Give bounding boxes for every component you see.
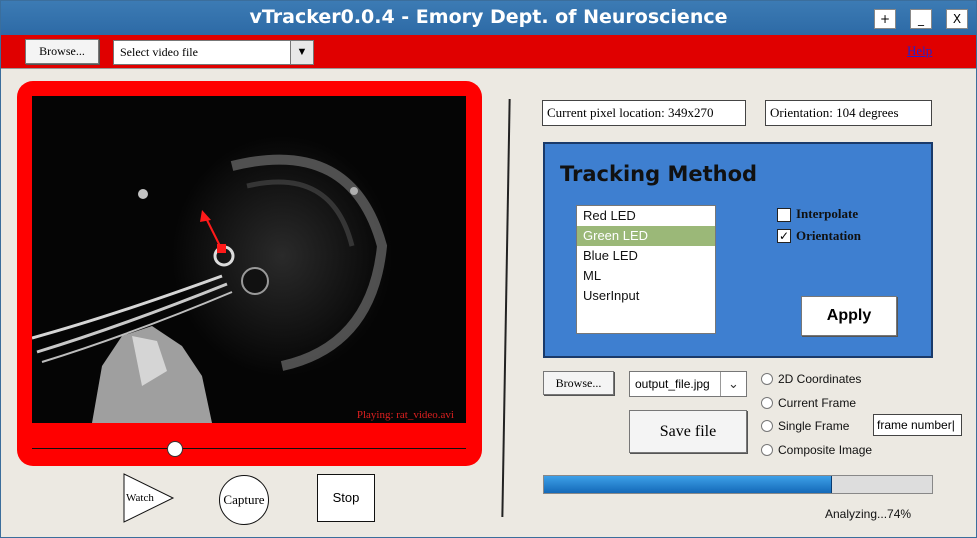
analysis-progress-bar [543,475,933,494]
video-file-select-value: Select video file [120,45,198,59]
radio-composite-image-label: Composite Image [778,443,873,457]
stop-button[interactable]: Stop [317,474,375,522]
analysis-progress-fill [544,476,833,493]
chevron-down-icon[interactable]: ▼ [290,41,313,64]
radio-composite-image[interactable] [761,444,773,456]
radio-2d-coordinates-label: 2D Coordinates [778,372,862,386]
method-item-userinput[interactable]: UserInput [577,286,715,306]
output-file-value: output_file.jpg [635,377,710,391]
maximize-button[interactable]: + [874,9,896,29]
video-scrubber-track[interactable] [32,448,466,449]
radio-current-frame-label: Current Frame [778,396,857,410]
tracking-method-panel: Tracking Method Red LED Green LED Blue L… [543,142,933,358]
analysis-status: Analyzing...74% [825,507,912,521]
video-scrubber-handle[interactable] [167,441,183,457]
method-item-red-led[interactable]: Red LED [577,206,715,226]
interpolate-label: Interpolate [796,206,859,221]
output-browse-button[interactable]: Browse... [543,371,614,395]
video-file-select[interactable]: Select video file ▼ [113,40,314,65]
orientation-readout: Orientation: 104 degrees [765,100,932,126]
radio-single-frame-label: Single Frame [778,419,850,433]
tracking-method-list[interactable]: Red LED Green LED Blue LED ML UserInput [576,205,716,334]
method-item-ml[interactable]: ML [577,266,715,286]
video-frame-image [32,96,466,423]
panel-divider [501,99,511,517]
playing-status: Playing: rat_video.avi [356,409,454,421]
radio-single-frame[interactable] [761,420,773,432]
window-title: vTracker0.0.4 - Emory Dept. of Neuroscie… [249,6,728,28]
apply-button[interactable]: Apply [801,296,897,336]
method-item-blue-led[interactable]: Blue LED [577,246,715,266]
pixel-location-readout: Current pixel location: 349x270 [542,100,746,126]
save-file-button[interactable]: Save file [629,410,747,453]
orientation-checkbox[interactable]: ✓ [777,229,791,243]
main-window: vTracker0.0.4 - Emory Dept. of Neuroscie… [0,0,977,538]
help-link[interactable]: Help [907,43,932,59]
title-bar: vTracker0.0.4 - Emory Dept. of Neuroscie… [1,1,976,35]
method-item-green-led[interactable]: Green LED [577,226,715,246]
close-button[interactable]: X [946,9,968,29]
tracking-method-title: Tracking Method [560,162,758,186]
output-file-select[interactable]: output_file.jpg ⌄ [629,371,747,397]
video-display[interactable]: Playing: rat_video.avi [32,96,466,423]
orientation-label: Orientation [796,228,861,243]
radio-current-frame[interactable] [761,397,773,409]
frame-number-input[interactable]: frame number| [873,414,962,436]
chevron-down-icon[interactable]: ⌄ [720,372,746,396]
watch-label: Watch [126,492,154,504]
interpolate-checkbox[interactable] [777,208,791,222]
capture-button[interactable]: Capture [219,475,269,525]
minimize-button[interactable]: _ [910,9,932,29]
video-browse-button[interactable]: Browse... [25,39,99,64]
radio-2d-coordinates[interactable] [761,373,773,385]
